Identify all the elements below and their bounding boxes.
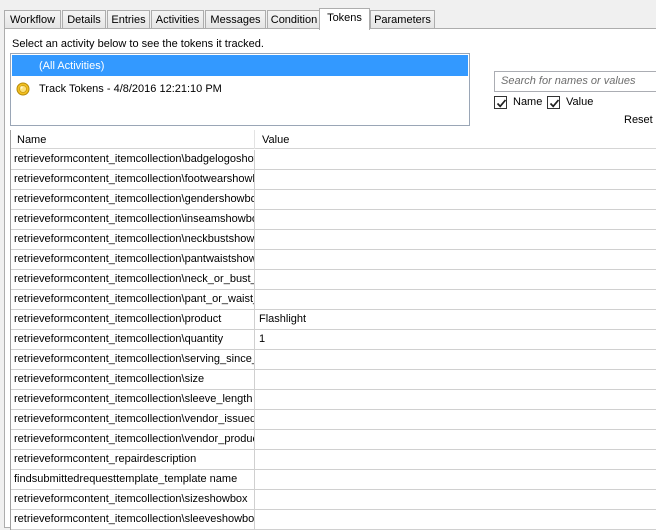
token-name-cell: retrieveformcontent_itemcollection\sleev… <box>11 390 255 410</box>
token-value-cell <box>255 250 656 270</box>
table-row[interactable]: retrieveformcontent_itemcollection\servi… <box>11 350 656 370</box>
table-row[interactable]: retrieveformcontent_itemcollection\insea… <box>11 210 656 230</box>
table-row[interactable]: retrieveformcontent_itemcollection\footw… <box>11 170 656 190</box>
token-value-cell <box>255 510 656 530</box>
token-value-cell: Flashlight <box>259 313 307 325</box>
activity-item-all[interactable]: (All Activities) <box>12 55 468 76</box>
table-row[interactable]: retrieveformcontent_itemcollection\neckb… <box>11 230 656 250</box>
token-name-cell: retrieveformcontent_itemcollection\insea… <box>11 210 255 230</box>
checkmark-icon <box>496 99 507 108</box>
table-row[interactable]: retrieveformcontent_repairdescription <box>11 450 656 470</box>
token-name-cell: retrieveformcontent_itemcollection\quant… <box>11 330 255 350</box>
tokens-grid: Name Value retrieveformcontent_itemcolle… <box>10 130 656 530</box>
table-row[interactable]: retrieveformcontent_itemcollection\vendo… <box>11 430 656 450</box>
table-row[interactable]: retrieveformcontent_itemcollection\neck_… <box>11 270 656 290</box>
token-value-cell <box>255 490 656 510</box>
table-row[interactable]: retrieveformcontent_itemcollection\size <box>11 370 656 390</box>
token-value-cell <box>255 230 656 250</box>
token-value-cell <box>255 370 656 390</box>
activity-item-track-tokens[interactable]: Track Tokens - 4/8/2016 12:21:10 PM <box>12 78 468 99</box>
activity-list[interactable]: (All Activities) Track Tokens - 4/8/2016… <box>10 53 470 126</box>
table-row[interactable]: retrieveformcontent_itemcollection\quant… <box>11 330 656 350</box>
token-name-cell: retrieveformcontent_itemcollection\pantw… <box>11 250 255 270</box>
token-name-cell: retrieveformcontent_itemcollection\size <box>11 370 255 390</box>
checkbox-box[interactable] <box>494 96 507 109</box>
token-name-cell: retrieveformcontent_itemcollection\neckb… <box>11 230 255 250</box>
token-value-cell <box>255 270 656 290</box>
tab-tokens[interactable]: Tokens <box>319 8 370 30</box>
activity-item-label: (All Activities) <box>39 60 105 72</box>
search-input[interactable] <box>501 75 651 87</box>
column-header-value[interactable]: Value <box>255 130 656 149</box>
token-name-cell: findsubmittedrequesttemplate_template na… <box>11 470 255 490</box>
token-value-cell <box>255 190 656 210</box>
token-value-cell <box>255 430 656 450</box>
token-value-cell: 1 <box>259 333 266 345</box>
token-icon <box>16 82 30 96</box>
token-value-cell <box>255 390 656 410</box>
token-name-cell: retrieveformcontent_itemcollection\produ… <box>11 310 255 330</box>
tab-details[interactable]: Details <box>62 10 106 29</box>
tab-messages[interactable]: Messages <box>205 10 266 29</box>
table-row[interactable]: retrieveformcontent_itemcollection\pant_… <box>11 290 656 310</box>
token-name-cell: retrieveformcontent_itemcollection\footw… <box>11 170 255 190</box>
token-name-cell: retrieveformcontent_itemcollection\sleev… <box>11 510 255 530</box>
token-value-cell <box>255 210 656 230</box>
token-value-cell <box>255 470 656 490</box>
grid-header: Name Value <box>11 130 656 149</box>
activity-prompt: Select an activity below to see the toke… <box>12 38 264 50</box>
table-row[interactable]: retrieveformcontent_itemcollection\produ… <box>11 310 656 330</box>
token-name-cell: retrieveformcontent_repairdescription <box>11 450 255 470</box>
token-value-cell <box>255 450 656 470</box>
token-name-cell: retrieveformcontent_itemcollection\vendo… <box>11 410 255 430</box>
column-header-name[interactable]: Name <box>11 130 255 149</box>
token-name-cell: retrieveformcontent_itemcollection\servi… <box>11 350 255 370</box>
token-name-cell: retrieveformcontent_itemcollection\neck_… <box>11 270 255 290</box>
tab-activities[interactable]: Activities <box>151 10 204 29</box>
token-value-cell <box>255 170 656 190</box>
reset-link[interactable]: Reset s <box>624 114 656 126</box>
table-row[interactable]: retrieveformcontent_itemcollection\sizes… <box>11 490 656 510</box>
token-name-cell: retrieveformcontent_itemcollection\pant_… <box>11 290 255 310</box>
checkbox-label: Name <box>513 96 543 108</box>
table-row[interactable]: findsubmittedrequesttemplate_template na… <box>11 470 656 490</box>
tab-workflow[interactable]: Workflow <box>4 10 61 29</box>
checkbox-label: Value <box>566 96 594 108</box>
token-value-cell <box>255 150 656 170</box>
token-value-cell <box>255 410 656 430</box>
token-value-cell <box>255 350 656 370</box>
checkbox-box[interactable] <box>547 96 560 109</box>
token-name-cell: retrieveformcontent_itemcollection\gende… <box>11 190 255 210</box>
table-row[interactable]: retrieveformcontent_itemcollection\badge… <box>11 150 656 170</box>
table-row[interactable]: retrieveformcontent_itemcollection\gende… <box>11 190 656 210</box>
token-name-cell: retrieveformcontent_itemcollection\sizes… <box>11 490 255 510</box>
table-row[interactable]: retrieveformcontent_itemcollection\pantw… <box>11 250 656 270</box>
token-value-cell <box>255 290 656 310</box>
token-name-cell: retrieveformcontent_itemcollection\vendo… <box>11 430 255 450</box>
table-row[interactable]: retrieveformcontent_itemcollection\vendo… <box>11 410 656 430</box>
tab-parameters[interactable]: Parameters <box>370 10 435 29</box>
table-row[interactable]: retrieveformcontent_itemcollection\sleev… <box>11 390 656 410</box>
table-row[interactable]: retrieveformcontent_itemcollection\sleev… <box>11 510 656 530</box>
tab-entries[interactable]: Entries <box>107 10 150 29</box>
checkmark-icon <box>549 99 560 108</box>
activity-item-label: Track Tokens - 4/8/2016 12:21:10 PM <box>39 83 222 95</box>
tab-condition[interactable]: Condition <box>267 10 321 29</box>
token-name-cell: retrieveformcontent_itemcollection\badge… <box>11 150 255 170</box>
search-box[interactable] <box>494 71 656 92</box>
tab-bar: Workflow Details Entries Activities Mess… <box>4 8 656 30</box>
